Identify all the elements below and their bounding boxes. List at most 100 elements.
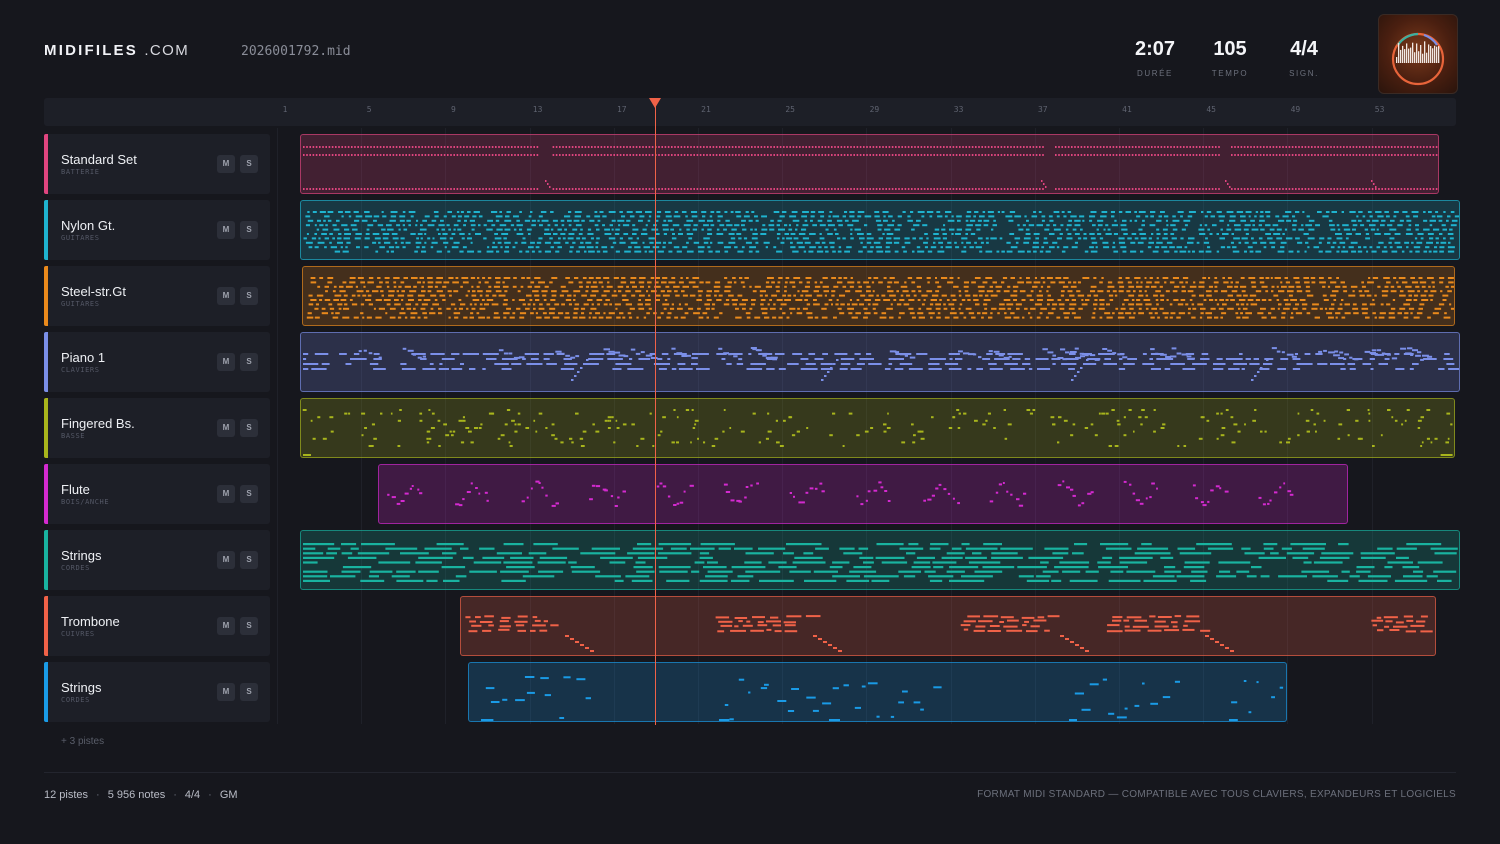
mute-button[interactable]: M [217,683,235,701]
track-header[interactable]: Strings CORDES M S [44,530,270,590]
mute-button[interactable]: M [217,353,235,371]
track-color-bar [44,398,48,458]
track-clip[interactable] [299,332,1460,392]
solo-button[interactable]: S [240,419,258,437]
track-header[interactable]: Steel-str.Gt GUITARES M S [44,266,270,326]
mute-button[interactable]: M [217,419,235,437]
solo-button[interactable]: S [240,617,258,635]
track-color-bar [44,596,48,656]
ruler-bar-number: 13 [532,105,543,114]
footer-signature: 4/4 [184,789,201,801]
track-header[interactable]: Nylon Gt. GUITARES M S [44,200,270,260]
track-name: Steel-str.Gt [61,284,127,299]
track-clip[interactable] [299,530,1460,590]
solo-button[interactable]: S [240,155,258,173]
track-color-bar [44,200,48,260]
track-clip[interactable] [299,134,1439,194]
stat-tempo: 105 TEMPO [1190,38,1270,78]
mute-button[interactable]: M [217,221,235,239]
solo-button[interactable]: S [240,221,258,239]
footer-format-notice: FORMAT MIDI STANDARD — COMPATIBLE AVEC T… [977,789,1456,800]
track-clip[interactable] [301,266,1456,326]
playhead-line[interactable] [655,104,656,725]
track-header[interactable]: Standard Set BATTERIE M S [44,134,270,194]
track-header[interactable]: Fingered Bs. BASSE M S [44,398,270,458]
ruler-bar-number: 5 [366,105,372,114]
track-clip[interactable] [377,464,1348,524]
track-clip[interactable] [459,596,1437,656]
track-color-bar [44,266,48,326]
footer-divider [44,772,1456,773]
album-cover-waveform-icon [1378,14,1458,94]
footer-standard: GM [219,789,238,801]
track-name: Piano 1 [61,350,106,365]
ruler-bar-number: 1 [282,105,288,114]
ruler-bar-number: 53 [1374,105,1385,114]
solo-button[interactable]: S [240,551,258,569]
track-color-bar [44,332,48,392]
track-clip[interactable] [468,662,1287,722]
mute-button[interactable]: M [217,551,235,569]
grid-line [277,128,278,724]
footer-note-count: 5 956 notes [107,789,166,801]
track-name: Nylon Gt. [61,218,116,233]
stat-tempo-label: TEMPO [1211,69,1249,78]
solo-button[interactable]: S [240,485,258,503]
logo-suffix: .COM [144,42,190,59]
track-category: CORDES [61,564,90,572]
playhead-triangle-icon[interactable] [649,98,661,108]
stat-duration-value: 2:07 [1134,38,1176,60]
track-category: GUITARES [61,234,100,242]
mute-button[interactable]: M [217,617,235,635]
ruler-bar-number: 17 [616,105,627,114]
stat-signature-value: 4/4 [1290,38,1318,60]
ruler-bar-number: 9 [450,105,456,114]
ruler-bar-number: 29 [869,105,880,114]
file-name: 2026001792.mid [241,44,351,59]
mute-button[interactable]: M [217,287,235,305]
ruler-bar-number: 25 [785,105,796,114]
track-name: Flute [61,482,90,497]
stat-signature: 4/4 SIGN. [1264,38,1344,78]
track-header[interactable]: Strings CORDES M S [44,662,270,722]
ruler-bar-number: 21 [701,105,711,114]
track-category: CORDES [61,696,90,704]
track-category: BATTERIE [61,168,100,176]
mute-button[interactable]: M [217,155,235,173]
track-color-bar [44,464,48,524]
track-header[interactable]: Trombone CUIVRES M S [44,596,270,656]
track-category: CUIVRES [61,630,95,638]
site-logo[interactable]: MIDIFILES .COM [44,42,189,59]
solo-button[interactable]: S [240,287,258,305]
logo-bold: MIDIFILES [44,42,138,59]
more-tracks-link[interactable]: + 3 pistes [61,736,104,747]
mute-button[interactable]: M [217,485,235,503]
stat-duration-label: DURÉE [1136,69,1173,78]
timeline-ruler[interactable]: 1 5 9 13 17 21 25 29 33 37 41 45 49 53 [44,98,1456,126]
track-clip[interactable] [299,200,1460,260]
track-name: Fingered Bs. [61,416,135,431]
track-category: CLAVIERS [61,366,100,374]
track-header[interactable]: Flute BOIS/ANCHE M S [44,464,270,524]
solo-button[interactable]: S [240,353,258,371]
solo-button[interactable]: S [240,683,258,701]
stat-signature-label: SIGN. [1289,69,1319,78]
track-name: Strings [61,548,102,563]
track-category: BASSE [61,432,86,440]
ruler-bar-number: 49 [1290,105,1301,114]
ruler-bar-number: 41 [1122,105,1132,114]
track-name: Strings [61,680,102,695]
track-name: Trombone [61,614,120,629]
stat-tempo-value: 105 [1213,38,1247,60]
track-category: BOIS/ANCHE [61,498,110,506]
track-name: Standard Set [61,152,137,167]
track-header[interactable]: Piano 1 CLAVIERS M S [44,332,270,392]
ruler-bar-number: 33 [953,105,964,114]
ruler-bar-number: 45 [1206,105,1217,114]
track-color-bar [44,134,48,194]
stat-duration: 2:07 DURÉE [1115,38,1195,78]
footer-track-count: 12 pistes [44,789,89,801]
ruler-bar-number: 37 [1037,105,1048,114]
track-color-bar [44,530,48,590]
track-clip[interactable] [299,398,1456,458]
